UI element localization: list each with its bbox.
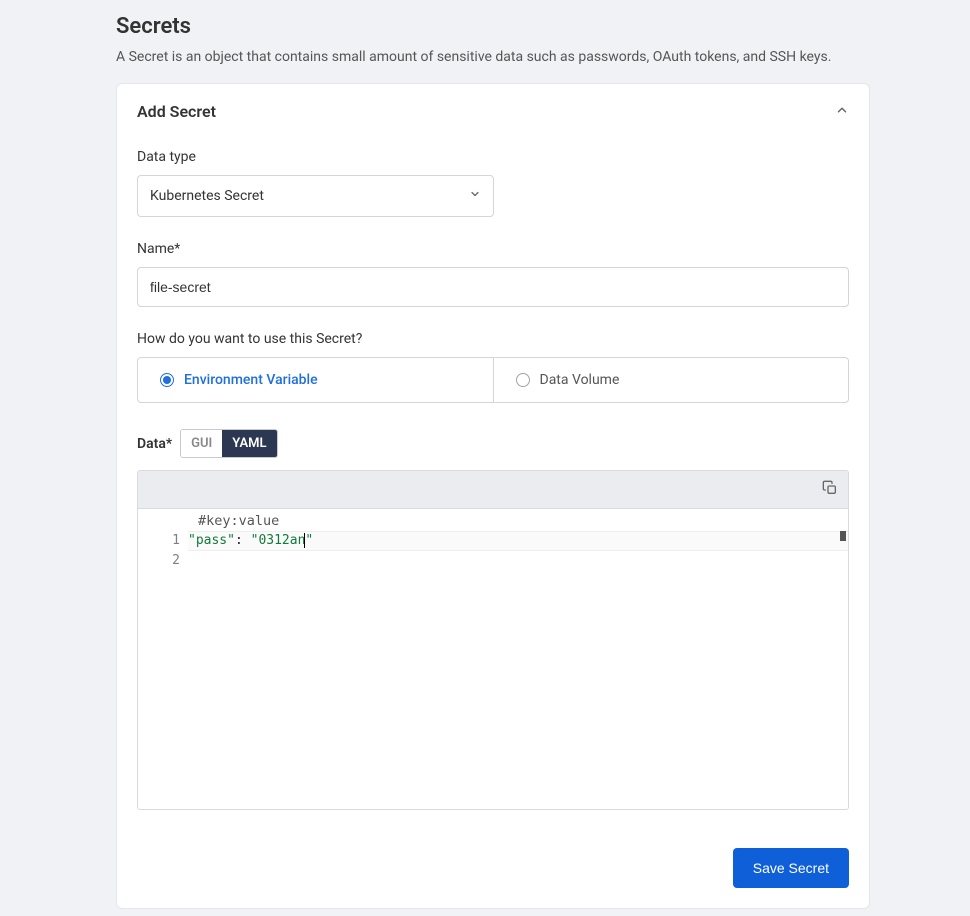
code-line: [188, 551, 848, 571]
toggle-yaml-button[interactable]: YAML: [222, 430, 276, 457]
editor-toggle: GUI YAML: [180, 429, 277, 458]
card-header[interactable]: Add Secret: [117, 84, 869, 139]
line-number-gutter: 1 2: [138, 509, 188, 809]
usage-label: How do you want to use this Secret?: [137, 331, 849, 347]
save-secret-button[interactable]: Save Secret: [733, 848, 849, 888]
toggle-gui-button[interactable]: GUI: [181, 430, 222, 457]
card-title: Add Secret: [137, 102, 216, 121]
usage-option-volume[interactable]: Data Volume: [493, 358, 849, 402]
radio-icon: [516, 373, 530, 387]
name-input[interactable]: [137, 267, 849, 307]
usage-option-label: Environment Variable: [184, 372, 318, 388]
radio-icon: [160, 373, 174, 387]
data-type-select[interactable]: Kubernetes Secret: [137, 175, 494, 217]
code-area[interactable]: "pass": "0312an": [188, 509, 848, 809]
page-description: A Secret is an object that contains smal…: [116, 49, 870, 65]
copy-icon[interactable]: [822, 480, 838, 500]
add-secret-card: Add Secret Data type Kubernetes Secret N…: [116, 83, 870, 909]
usage-option-env[interactable]: Environment Variable: [138, 358, 493, 402]
chevron-up-icon[interactable]: [835, 103, 849, 121]
page-title: Secrets: [116, 14, 870, 39]
usage-option-label: Data Volume: [540, 372, 620, 388]
name-label: Name*: [137, 241, 849, 257]
editor-body[interactable]: #key:value 1 2 "pass": "0312an": [138, 509, 848, 809]
data-type-label: Data type: [137, 149, 849, 165]
yaml-editor: #key:value 1 2 "pass": "0312an": [137, 470, 849, 810]
usage-radio-group: Environment Variable Data Volume: [137, 357, 849, 403]
line-number: 2: [138, 551, 180, 571]
line-number: 1: [138, 531, 180, 551]
data-label: Data*: [137, 436, 172, 452]
chevron-down-icon: [469, 188, 481, 204]
data-type-value: Kubernetes Secret: [150, 188, 264, 204]
editor-toolbar: [138, 471, 848, 509]
code-line: "pass": "0312an": [188, 531, 848, 551]
